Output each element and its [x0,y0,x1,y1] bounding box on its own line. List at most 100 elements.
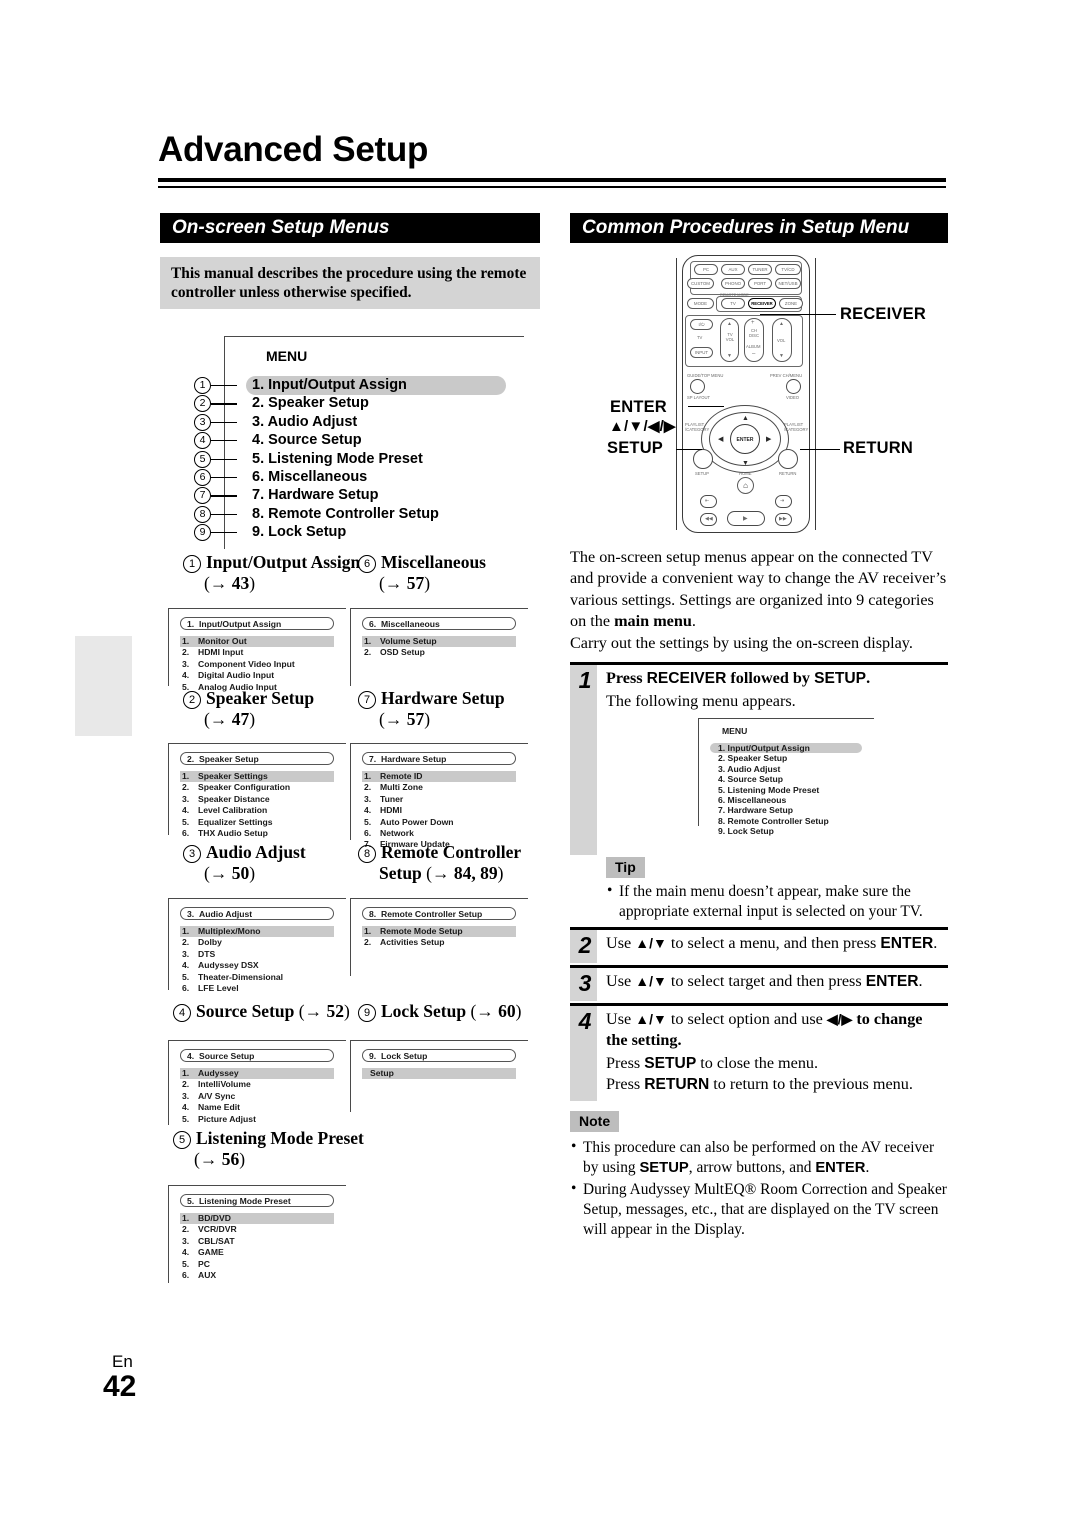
left-section-marker: 9 [358,1003,376,1022]
remote-button-aux[interactable]: AUX [721,264,745,275]
osd-caption: 2. Speaker Setup [180,752,334,765]
menu-diagram-leader-line [211,476,237,479]
remote-button-power[interactable]: I/⏻ [690,319,713,330]
osd-item-number: 6. [182,1269,190,1280]
remote-button-pc[interactable]: PC [694,264,718,275]
remote-button-return[interactable] [778,449,798,469]
osd-item: 2. Dolby [182,937,222,948]
remote-button-tuner[interactable]: TUNER [748,264,772,275]
remote-button-netusb[interactable]: NET/USB [775,278,801,289]
osd-item: 4. Digital Audio Input [182,670,275,681]
step-3-number: 3 [578,970,592,996]
left-section-title-line2: Setup [379,863,427,883]
osd-item: 2. OSD Setup [364,647,425,658]
remote-button-zone[interactable]: ZONE [779,298,803,309]
osd-item-number: 2. [182,1224,190,1235]
osd-item: 4. HDMI [364,805,402,816]
remote-button-receiver[interactable]: RECEIVER [748,298,776,309]
step1-osd-item: 7. Hardware Setup [718,805,793,816]
osd-item-number: 1. [182,1213,190,1223]
callout-setup: SETUP [607,439,664,457]
remote-button-mode[interactable]: MODE [687,298,714,309]
step-1-osd-screenshot: MENU 1. Input/Output Assign 2. Speaker Se… [698,718,874,836]
osd-screenshot: 6. Miscellaneous 1. Volume Setup 2. OSD Setup [350,608,528,686]
volume-down-arrow-icon: ▼ [779,354,784,359]
menu-diagram-marker: 9 [194,524,211,542]
left-section-heading: 5 Listening Mode Preset (→ 56) [173,1128,364,1170]
left-section-heading: 6 Miscellaneous (→ 57) [358,552,486,594]
document-page: Advanced Setup On-screen Setup Menus Com… [0,0,1080,1528]
osd-left-rule [168,1185,170,1283]
left-section-page-ref: (→ 47) [204,709,256,729]
osd-item: 6. THX Audio Setup [182,827,268,838]
menu-diagram-marker: 4 [194,432,211,450]
step-4-line2-b: SETUP [644,1054,697,1072]
note-bullets: This procedure can also be performed on … [570,1137,950,1242]
remote-button-prev-ch[interactable] [786,379,801,394]
note-b1-end: . [865,1159,870,1176]
osd-item-list: Setup [362,1068,516,1080]
margin-tab [75,636,132,736]
step-3-rule [570,965,948,968]
remote-button-enter[interactable]: ENTER [730,424,760,454]
osd-item-number: 3. [182,793,190,804]
step-4-pre: Use [606,1010,636,1028]
remote-controller-illustration: PC AUX TUNER TV/CD CUSTOM PHONO PORT NET… [676,255,817,533]
osd-item-number: 4. [364,805,372,816]
osd-left-rule [350,1040,352,1112]
osd-item: Setup [362,1068,516,1080]
osd-item: 1. BD/DVD [180,1213,334,1225]
osd-caption: 7. Hardware Setup [362,752,516,765]
left-section-page-ref: (→ 57) [379,573,431,593]
step-1-rule [570,662,948,665]
osd-caption-number: 3. [187,909,195,919]
menu-diagram-item-label: 2. Speaker Setup [252,395,369,412]
osd-item: 2. Speaker Configuration [182,782,291,793]
osd-item: 3. Speaker Distance [182,793,270,804]
remote-button-input[interactable]: INPUT [690,347,713,358]
section-header-onscreen-setup-menus: On-screen Setup Menus [160,213,540,243]
remote-button-port[interactable]: PORT [748,278,772,289]
remote-button-tv[interactable]: TV [721,298,745,309]
step1-osd-item: 4. Source Setup [718,774,783,785]
page-title: Advanced Setup [158,130,429,169]
menu-diagram-row: 2 2. Speaker Setup [194,394,524,413]
menu-diagram-item-label: 5. Listening Mode Preset [252,450,423,467]
remote-button-tvcd[interactable]: TV/CD [775,264,801,275]
remote-button-custom[interactable]: CUSTOM [687,278,714,289]
remote-button-guide[interactable] [690,379,705,394]
dpad-left-arrow-icon: ◀ [718,435,724,443]
osd-caption-number: 2. [187,754,195,764]
osd-screenshot: 7. Hardware Setup 1. Remote ID 2. Multi Zone 3… [350,743,528,849]
step-2-arrows: ▲/▼ [635,935,667,951]
osd-item-number: 2. [182,937,190,948]
osd-caption: 3. Audio Adjust [180,907,334,920]
step-4-line2-end: to close the menu. [696,1053,819,1072]
menu-diagram-row: 6 6. Miscellaneous [194,468,524,486]
osd-item: 5. PC [182,1258,210,1269]
menu-diagram-item-label: 6. Miscellaneous [252,468,368,485]
step-4-line3-pre: Press [606,1075,645,1094]
remote-button-setup[interactable] [693,449,713,469]
osd-item: 1. Remote Mode Setup [362,926,516,938]
step-3-mid: to select target and then press [666,972,866,990]
home-icon[interactable]: ⌂ [737,477,754,494]
osd-item-number: 4. [182,1102,190,1113]
osd-item: 1. Monitor Out [180,636,334,648]
remote-label-guide-top-menu: GUIDE/TOP MENU [687,373,724,378]
step-1-pre: Press [606,669,647,687]
osd-caption-number: 8. [369,909,377,919]
remote-button-phono[interactable]: PHONO [721,278,745,289]
osd-item: 5. Theater-Dimensional [182,971,284,982]
step-2-b: ENTER [880,935,934,952]
rewind-icon: ◀◀ [705,516,713,522]
tip-bullets: If the main menu doesn’t appear, make su… [606,881,948,924]
left-section-title: Hardware Setup [381,688,505,708]
step-2-mid: to select a menu, and then press [666,934,881,952]
remote-label-prev-ch-menu: PREV CH/MENU [770,373,803,378]
play-icon: ▶ [743,516,748,522]
step1-osd-top-rule [698,718,874,720]
step-1-sub: The following menu appears. [606,692,796,711]
menu-diagram-marker: 8 [194,505,211,523]
osd-item-number: 1. [182,771,190,781]
